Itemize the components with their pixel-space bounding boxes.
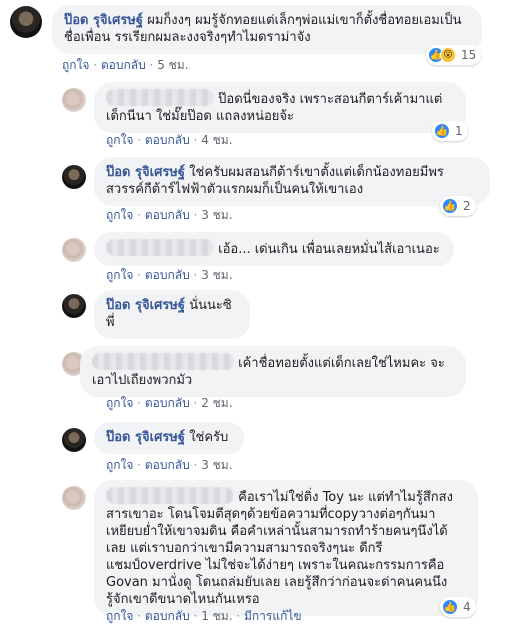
comment-bubble: ป๊อด รุจิเศรษฐ์ ใช่ครับผมสอนกีต้าร์เขาตั… bbox=[94, 157, 490, 206]
separator: · bbox=[189, 208, 202, 222]
comment-actions: ถูกใจ · ตอบกลับ · 3 ชม. bbox=[106, 456, 233, 475]
comment-text: คือเราไม่ใช่ติ่ง Toy นะ แต่ทำไมรู้สึกสงส… bbox=[106, 490, 453, 607]
comment-time[interactable]: 5 ชม. bbox=[157, 58, 188, 72]
redacted-name bbox=[106, 239, 214, 256]
reply-link[interactable]: ตอบกลับ bbox=[145, 609, 190, 623]
comment-bubble: ป๊อด รุจิเศรษฐ์ นั่นนะซิพี่ bbox=[94, 290, 250, 339]
redacted-name bbox=[106, 487, 234, 504]
comment-time[interactable]: 1 ชม. bbox=[201, 609, 232, 623]
comment-author[interactable]: ป๊อด รุจิเศรษฐ์ bbox=[106, 298, 185, 313]
like-link[interactable]: ถูกใจ bbox=[106, 609, 133, 623]
separator: · bbox=[189, 609, 202, 623]
comment-time[interactable]: 2 ชม. bbox=[201, 396, 232, 410]
comment-actions: ถูกใจ · ตอบกลับ · 4 ชม. bbox=[106, 131, 233, 150]
separator: · bbox=[133, 268, 145, 282]
comment-bubble: ป๊อด รุจิเศรษฐ์ ใช่ครับ bbox=[94, 422, 244, 454]
avatar[interactable] bbox=[62, 294, 86, 318]
comment-time[interactable]: 3 ชม. bbox=[201, 268, 232, 282]
comment-time[interactable]: 4 ชม. bbox=[201, 133, 232, 147]
reaction-count: 4 bbox=[463, 600, 471, 614]
separator: · bbox=[133, 208, 145, 222]
reply-link[interactable]: ตอบกลับ bbox=[145, 133, 190, 147]
reply-link[interactable]: ตอบกลับ bbox=[145, 396, 190, 410]
reply-link[interactable]: ตอบกลับ bbox=[145, 268, 190, 282]
avatar[interactable] bbox=[62, 165, 86, 189]
comment-author[interactable]: ป๊อด รุจิเศรษฐ์ bbox=[106, 430, 185, 445]
comment-actions: ถูกใจ · ตอบกลับ · 3 ชม. bbox=[106, 206, 233, 225]
reaction-count: 15 bbox=[461, 48, 477, 62]
reaction-count: 2 bbox=[463, 199, 471, 213]
reply-link[interactable]: ตอบกลับ bbox=[101, 58, 146, 72]
comment-author[interactable]: ป๊อด รุจิเศรษฐ์ bbox=[106, 165, 185, 180]
redacted-name bbox=[106, 89, 214, 106]
avatar[interactable] bbox=[62, 428, 86, 452]
reply-link[interactable]: ตอบกลับ bbox=[145, 458, 190, 472]
separator: · bbox=[133, 133, 145, 147]
edited-link[interactable]: มีการแก้ไข bbox=[244, 609, 302, 623]
separator: · bbox=[189, 396, 202, 410]
comment-author[interactable]: ป๊อด รุจิเศรษฐ์ bbox=[64, 13, 143, 28]
comment-bubble: ป๊อด รุจิเศรษฐ์ ผมก็งงๆ ผมรู้จักทอยแต่เล… bbox=[52, 5, 482, 54]
reply-link[interactable]: ตอบกลับ bbox=[145, 208, 190, 222]
like-icon: 👍 bbox=[442, 198, 458, 214]
separator: · bbox=[189, 133, 202, 147]
comment-text: ใช่ครับ bbox=[189, 430, 229, 445]
like-link[interactable]: ถูกใจ bbox=[106, 133, 133, 147]
avatar[interactable] bbox=[62, 88, 86, 112]
like-icon: 👍 bbox=[442, 599, 458, 615]
wow-icon: 😮 bbox=[440, 47, 456, 63]
comment-text: เอ้อ... เด่นเกิน เพื่อนเลยหมั่นไส้เอาเนอ… bbox=[218, 242, 440, 257]
like-link[interactable]: ถูกใจ bbox=[62, 58, 89, 72]
comment-time[interactable]: 3 ชม. bbox=[201, 458, 232, 472]
separator: · bbox=[133, 396, 145, 410]
like-link[interactable]: ถูกใจ bbox=[106, 208, 133, 222]
reaction-summary[interactable]: 👍 2 bbox=[440, 196, 476, 216]
like-icon: 👍 bbox=[434, 123, 450, 139]
reaction-count: 1 bbox=[455, 124, 463, 138]
avatar[interactable] bbox=[62, 238, 86, 262]
avatar[interactable] bbox=[10, 6, 42, 38]
comment-bubble: คือเราไม่ใช่ติ่ง Toy นะ แต่ทำไมรู้สึกสงส… bbox=[94, 480, 478, 616]
comment-actions: ถูกใจ · ตอบกลับ · 5 ชม. bbox=[62, 56, 189, 75]
separator: · bbox=[189, 268, 202, 282]
comment-actions: ถูกใจ · ตอบกลับ · 1 ชม. · มีการแก้ไข bbox=[106, 607, 302, 626]
redacted-name bbox=[92, 353, 234, 370]
comment-actions: ถูกใจ · ตอบกลับ · 3 ชม. bbox=[106, 266, 233, 285]
separator: · bbox=[89, 58, 101, 72]
like-link[interactable]: ถูกใจ bbox=[106, 458, 133, 472]
avatar[interactable] bbox=[62, 486, 86, 510]
comment-bubble: ป๊อดนี่ของจริง เพราะสอนกีตาร์เค้ามาแต่เด… bbox=[94, 82, 466, 133]
separator: · bbox=[133, 609, 145, 623]
reaction-summary[interactable]: 👍 4 bbox=[440, 597, 476, 617]
like-link[interactable]: ถูกใจ bbox=[106, 396, 133, 410]
reaction-summary[interactable]: 👍 1 bbox=[432, 121, 468, 141]
comment-actions: ถูกใจ · ตอบกลับ · 2 ชม. bbox=[106, 394, 233, 413]
separator: · bbox=[133, 458, 145, 472]
reaction-summary[interactable]: 👍 😮 15 bbox=[426, 45, 482, 65]
separator: · bbox=[145, 58, 158, 72]
comment-bubble: เค้าชื่อทอยตั้งแต่เด็กเลยใช่ไหมคะ จะเอาไ… bbox=[80, 346, 466, 397]
comment-bubble: เอ้อ... เด่นเกิน เพื่อนเลยหมั่นไส้เอาเนอ… bbox=[94, 232, 454, 266]
separator: · bbox=[232, 609, 244, 623]
like-link[interactable]: ถูกใจ bbox=[106, 268, 133, 282]
separator: · bbox=[189, 458, 202, 472]
comment-time[interactable]: 3 ชม. bbox=[201, 208, 232, 222]
